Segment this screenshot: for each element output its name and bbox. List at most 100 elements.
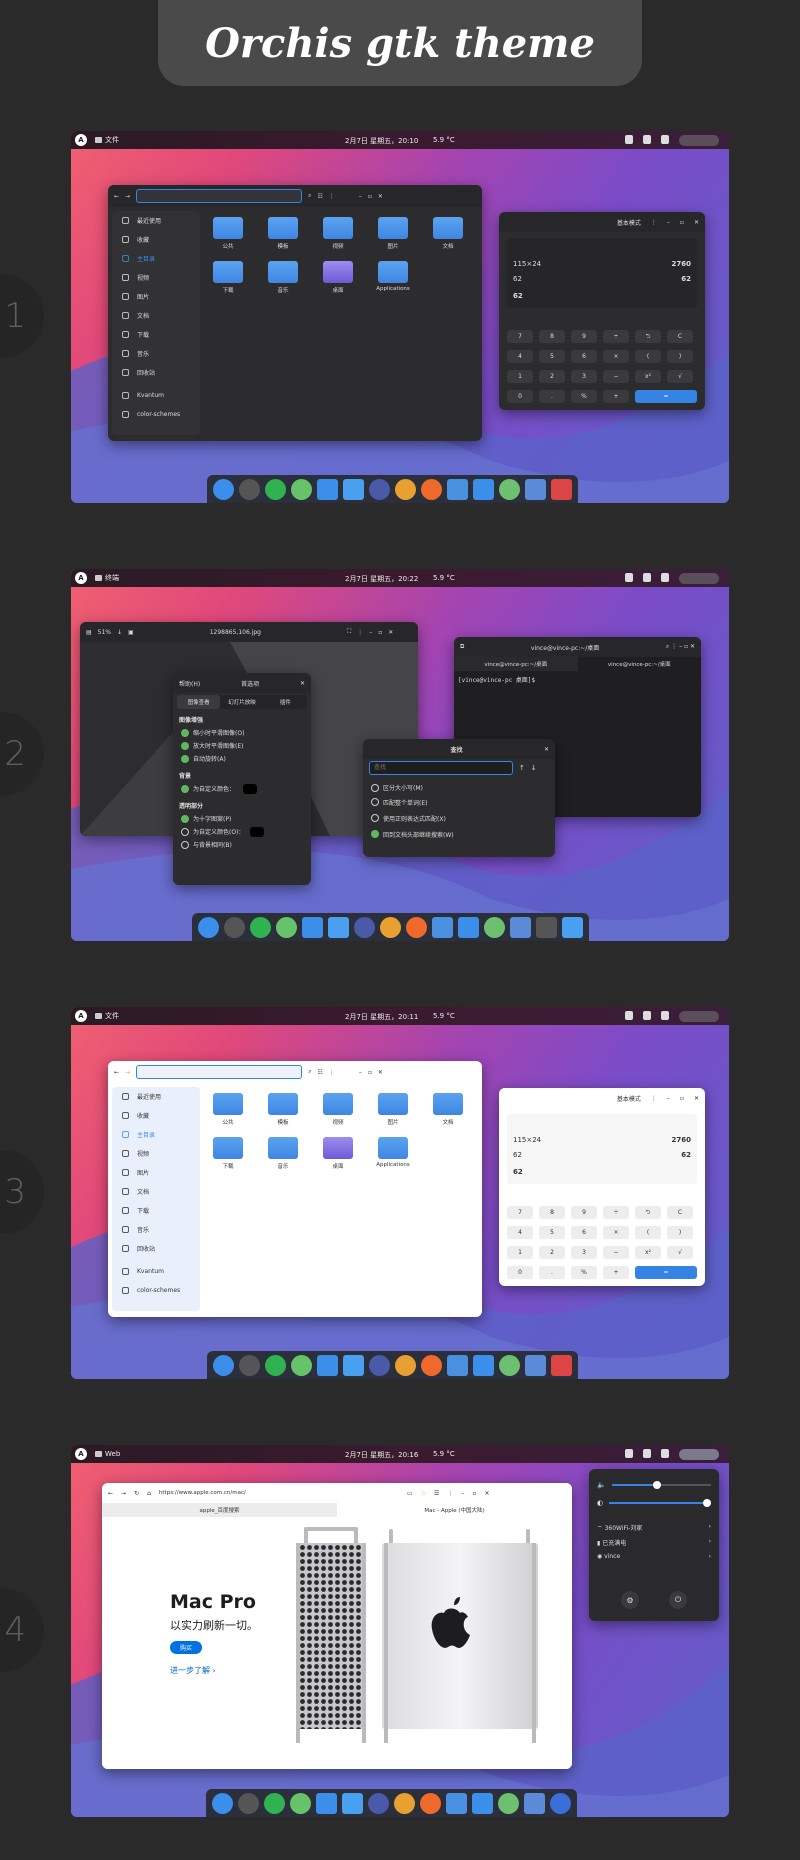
calc-key[interactable]: ⮌ bbox=[635, 330, 661, 343]
folder-item[interactable]: 下载 bbox=[208, 1137, 248, 1170]
maximize-icon[interactable]: ▫ bbox=[378, 629, 382, 636]
folder-item[interactable]: 视频 bbox=[318, 1093, 358, 1126]
help-button[interactable]: 帮助(H) bbox=[179, 679, 200, 688]
firefox-icon[interactable] bbox=[406, 916, 427, 938]
minimize-icon[interactable]: – bbox=[667, 1095, 670, 1102]
status-pill[interactable] bbox=[679, 1011, 719, 1022]
mail-icon[interactable] bbox=[342, 1792, 363, 1814]
calc-key[interactable]: 9 bbox=[571, 1206, 597, 1219]
folder-icon[interactable] bbox=[432, 916, 453, 938]
calc-key[interactable]: 8 bbox=[539, 330, 565, 343]
mode-selector[interactable]: 基本模式 bbox=[617, 218, 641, 227]
calc-key[interactable]: ÷ bbox=[603, 1206, 629, 1219]
mail-icon[interactable] bbox=[328, 916, 349, 938]
sidebar-item-home[interactable]: 主目录 bbox=[112, 249, 200, 268]
download-icon[interactable] bbox=[499, 478, 520, 500]
back-icon[interactable]: ← bbox=[114, 193, 119, 200]
browser-tab-active[interactable]: Mac - Apple (中国大陆) bbox=[337, 1503, 572, 1517]
calc-key[interactable]: 7 bbox=[507, 1206, 533, 1219]
calc-key[interactable]: x² bbox=[635, 370, 661, 383]
calc-key[interactable]: % bbox=[571, 390, 597, 403]
new-tab-icon[interactable]: ⧉ bbox=[460, 643, 464, 651]
mail-icon[interactable] bbox=[343, 1354, 364, 1376]
maximize-icon[interactable]: ▫ bbox=[368, 193, 372, 200]
calc-key[interactable]: 5 bbox=[539, 350, 565, 363]
app-menu[interactable]: 文件 bbox=[95, 135, 119, 145]
calc-key[interactable]: x² bbox=[635, 1246, 661, 1259]
weather[interactable]: 5.9 °C bbox=[433, 574, 455, 582]
status-pill[interactable] bbox=[679, 573, 719, 584]
enhance-option[interactable]: 自动旋转(A) bbox=[173, 752, 311, 765]
folder-item[interactable]: Applications bbox=[373, 1137, 413, 1168]
wifi-row[interactable]: ⌔ 360WiFi-刘家 › bbox=[597, 1523, 711, 1538]
folder-item[interactable]: 公共 bbox=[208, 1093, 248, 1126]
clock[interactable]: 2月7日 星期五，20:22 bbox=[345, 574, 418, 584]
app-icon[interactable] bbox=[551, 478, 572, 500]
calc-key[interactable]: √ bbox=[667, 370, 693, 383]
calc-key[interactable]: − bbox=[603, 1246, 629, 1259]
download-icon[interactable] bbox=[499, 1354, 520, 1376]
menu-icon[interactable]: ⋮ bbox=[329, 1069, 335, 1076]
menu-icon[interactable]: ⋮ bbox=[447, 1490, 453, 1497]
calc-key[interactable]: 3 bbox=[571, 1246, 597, 1259]
folder-item[interactable]: 音乐 bbox=[263, 261, 303, 294]
calc-key[interactable]: 4 bbox=[507, 1226, 533, 1239]
calc-key[interactable]: ( bbox=[635, 1226, 661, 1239]
calc-key[interactable]: 3 bbox=[571, 370, 597, 383]
color-swatch[interactable] bbox=[243, 783, 258, 794]
sidebar-item-trash[interactable]: 回收站 bbox=[112, 1239, 200, 1258]
download-icon[interactable] bbox=[498, 1792, 519, 1814]
app-icon[interactable] bbox=[290, 1792, 311, 1814]
settings-button[interactable]: ⚙ bbox=[621, 1591, 639, 1609]
launcher-icon[interactable] bbox=[238, 1792, 259, 1814]
sidebar-item-videos[interactable]: 视频 bbox=[112, 268, 200, 287]
system-tray[interactable] bbox=[625, 1449, 719, 1460]
terminal-tab-active[interactable]: vince@vince-pc:~/桌面 bbox=[577, 657, 701, 671]
folder-item[interactable]: 文档 bbox=[428, 217, 468, 250]
wechat-icon[interactable] bbox=[265, 1354, 286, 1376]
calc-key[interactable]: 6 bbox=[571, 350, 597, 363]
shield-icon[interactable] bbox=[643, 573, 651, 582]
up-icon[interactable]: ↑ bbox=[519, 764, 525, 772]
calc-key[interactable]: ) bbox=[667, 1226, 693, 1239]
minimize-icon[interactable]: – bbox=[369, 629, 372, 636]
learn-more-link[interactable]: 进一步了解 › bbox=[170, 1665, 216, 1676]
calc-key[interactable]: . bbox=[539, 1266, 565, 1279]
folder-item[interactable]: 桌面 bbox=[318, 261, 358, 294]
settings-icon[interactable] bbox=[317, 478, 338, 500]
minimize-icon[interactable]: – bbox=[667, 219, 670, 226]
web-browser-icon[interactable] bbox=[550, 1792, 571, 1814]
volume-handle[interactable] bbox=[653, 1481, 662, 1489]
monitor-icon[interactable] bbox=[369, 1354, 390, 1376]
sidebar-item-kvantum[interactable]: Kvantum bbox=[112, 1262, 200, 1281]
calc-key[interactable]: + bbox=[603, 1266, 629, 1279]
minimize-icon[interactable]: – bbox=[359, 1069, 362, 1076]
app-menu[interactable]: 终端 bbox=[95, 573, 119, 583]
app-menu[interactable]: Web bbox=[95, 1450, 120, 1458]
status-pill[interactable] bbox=[679, 1449, 719, 1460]
finder-icon[interactable] bbox=[212, 1792, 233, 1814]
forward-icon[interactable]: → bbox=[121, 1490, 126, 1497]
sidebar-item-kvantum[interactable]: Kvantum bbox=[112, 386, 200, 405]
enhance-option[interactable]: 缩小时平滑图像(O) bbox=[173, 726, 311, 739]
cloud-icon[interactable] bbox=[661, 1011, 669, 1020]
minimize-icon[interactable]: – bbox=[359, 193, 362, 200]
search-icon[interactable]: ⌕ bbox=[308, 192, 311, 200]
sidebar-item-pictures[interactable]: 图片 bbox=[112, 287, 200, 306]
finder-icon[interactable] bbox=[213, 1354, 234, 1376]
folder-item[interactable]: 模板 bbox=[263, 217, 303, 250]
app-icon[interactable] bbox=[394, 1792, 415, 1814]
system-tray[interactable] bbox=[625, 135, 719, 146]
folder-item[interactable]: 模板 bbox=[263, 1093, 303, 1126]
brightness-handle[interactable] bbox=[703, 1499, 711, 1507]
tab-image-view[interactable]: 图像查看 bbox=[177, 695, 221, 709]
maximize-icon[interactable]: ▫ bbox=[680, 1095, 684, 1102]
sidebar-item-documents[interactable]: 文档 bbox=[112, 306, 200, 325]
folder-item[interactable]: 图片 bbox=[373, 1093, 413, 1126]
launcher-icon[interactable] bbox=[239, 1354, 260, 1376]
folder-item[interactable]: 桌面 bbox=[318, 1137, 358, 1170]
sidebar-item-downloads[interactable]: 下载 bbox=[112, 325, 200, 344]
calc-key[interactable]: × bbox=[603, 350, 629, 363]
sidebar-item-videos[interactable]: 视频 bbox=[112, 1144, 200, 1163]
sidebar-icon[interactable]: ▤ bbox=[86, 629, 92, 636]
